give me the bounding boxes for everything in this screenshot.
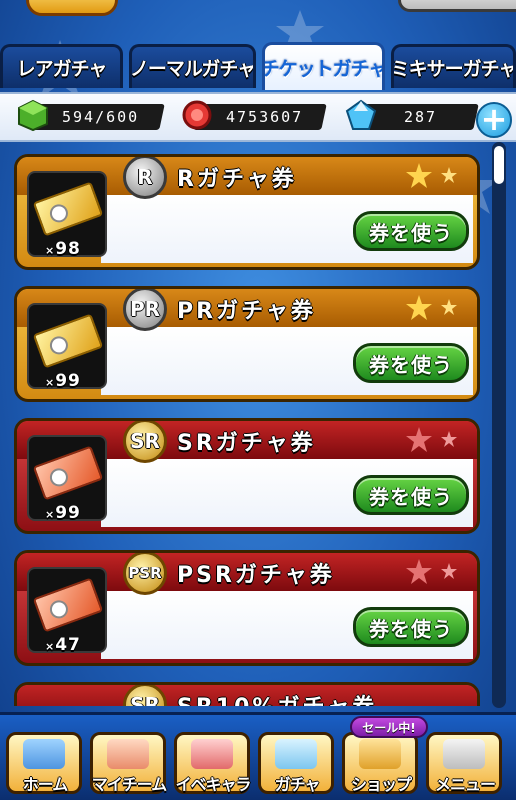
gem-icon <box>345 99 377 130</box>
menu-icon <box>443 739 485 769</box>
stars-icon <box>406 163 457 188</box>
rarity-sr-badge-icon: SR <box>123 421 167 463</box>
ticket-count: ×99 <box>45 371 81 391</box>
ticket-image: ×98 <box>27 171 107 259</box>
add-gems-button[interactable]: + <box>476 102 512 138</box>
ticket-image: ×99 <box>27 303 107 391</box>
active-tab-indicator <box>313 89 334 90</box>
ticket-icon <box>32 313 104 369</box>
ticket-card-sr10: SR SR10%ガチャ券 <box>14 682 480 706</box>
ticket-title: PRガチャ券 <box>177 299 316 324</box>
stamina-cube-icon <box>18 99 48 132</box>
ticket-title: SRガチャ券 <box>177 431 316 456</box>
ticket-list[interactable]: R Rガチャ券 ×98 券を使う PR PRガチャ券 ×99 券を使う SR S… <box>14 150 482 706</box>
stamina-value: 594/600 <box>62 108 140 126</box>
use-ticket-button[interactable]: 券を使う <box>353 475 469 515</box>
stars-icon <box>406 559 457 584</box>
ticket-title: Rガチャ券 <box>177 167 297 192</box>
ticket-title: PSRガチャ券 <box>177 563 335 588</box>
ticket-card-psr: PSR PSRガチャ券 ×47 券を使う <box>14 550 480 666</box>
ticket-image: ×47 <box>27 567 107 655</box>
nav-my-team[interactable]: マイチーム <box>90 732 167 794</box>
ticket-card-pr: PR PRガチャ券 ×99 券を使う <box>14 286 480 402</box>
tab-rare-gacha[interactable]: レアガチャ <box>0 44 124 88</box>
ticket-icon <box>32 181 104 237</box>
tab-normal-gacha[interactable]: ノーマルガチャ <box>129 44 256 88</box>
rarity-psr-badge-icon: PSR <box>123 553 167 595</box>
use-ticket-button[interactable]: 券を使う <box>353 607 469 647</box>
ticket-title: SR10%ガチャ券 <box>177 689 377 706</box>
gacha-tabs: レアガチャ ノーマルガチャ チケットガチャ ミキサーガチャ <box>0 42 516 90</box>
tab-ticket-gacha[interactable]: チケットガチャ <box>262 42 386 90</box>
ticket-image: ×99 <box>27 435 107 523</box>
ticket-count: ×98 <box>45 239 81 259</box>
use-ticket-button[interactable]: 券を使う <box>353 343 469 383</box>
nav-menu[interactable]: メニュー <box>426 732 502 794</box>
rarity-r-badge-icon: R <box>123 157 167 199</box>
scrollbar-track[interactable] <box>492 142 506 708</box>
ticket-icon <box>32 445 104 501</box>
rarity-pr-badge-icon: PR <box>123 289 167 331</box>
use-ticket-button[interactable]: 券を使う <box>353 211 469 251</box>
ticket-count: ×99 <box>45 503 81 523</box>
stars-icon <box>406 427 457 452</box>
tab-mixer-gacha[interactable]: ミキサーガチャ <box>391 44 516 88</box>
gems-value: 287 <box>404 108 438 126</box>
coins-value: 4753607 <box>226 108 304 126</box>
home-icon <box>23 739 65 769</box>
stars-icon <box>406 295 457 320</box>
ticket-icon <box>32 577 104 633</box>
ticket-count: ×47 <box>45 635 81 655</box>
team-icon <box>107 739 149 769</box>
nav-home[interactable]: ホーム <box>6 732 82 794</box>
scrollbar-thumb[interactable] <box>494 146 504 184</box>
plus-icon: + <box>480 100 508 138</box>
top-right-button[interactable] <box>398 0 516 12</box>
sale-badge: セール中! <box>350 716 428 738</box>
gacha-icon <box>275 739 317 769</box>
ticket-card-sr: SR SRガチャ券 ×99 券を使う <box>14 418 480 534</box>
shop-icon <box>359 739 401 769</box>
top-strip <box>0 0 516 40</box>
ticket-card-r: R Rガチャ券 ×98 券を使う <box>14 154 480 270</box>
nav-shop[interactable]: ショップ <box>342 732 418 794</box>
nav-event-characters[interactable]: イベキャラ <box>174 732 252 794</box>
top-back-button[interactable] <box>26 0 118 16</box>
nav-gacha[interactable]: ガチャ <box>258 732 334 794</box>
coin-icon <box>182 100 212 130</box>
event-character-icon <box>191 739 233 769</box>
